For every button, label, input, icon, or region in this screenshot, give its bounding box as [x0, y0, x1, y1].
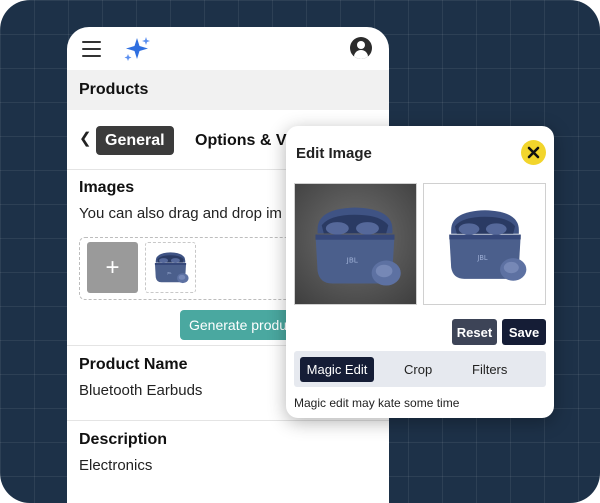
sparkle-icon — [124, 37, 150, 61]
magic-edit-note: Magic edit may kate some time — [294, 396, 460, 410]
top-bar — [67, 27, 389, 70]
close-icon[interactable] — [521, 140, 546, 165]
page-title: Products — [67, 70, 389, 110]
description-value[interactable]: Electronics — [79, 457, 377, 474]
edit-mode-tabs: Magic Edit Crop Filters — [294, 351, 546, 387]
edit-image-modal: Edit Image Reset Save Magic Edit Crop Fi… — [286, 126, 554, 418]
canvas-background: Products ❮ General Options & Va Images Y… — [0, 0, 600, 503]
original-image-preview — [294, 183, 417, 305]
images-title: Images — [79, 179, 135, 196]
images-hint: You can also drag and drop im — [79, 205, 282, 222]
description-field: Description Electronics — [67, 421, 389, 474]
hamburger-menu-icon[interactable] — [82, 41, 101, 57]
tab-options-variants[interactable]: Options & Va — [195, 126, 295, 155]
add-image-button[interactable]: + — [87, 242, 138, 293]
chevron-left-icon[interactable]: ❮ — [79, 129, 92, 147]
edited-image-preview — [423, 183, 546, 305]
reset-button[interactable]: Reset — [452, 319, 497, 345]
product-image-thumbnail[interactable] — [145, 242, 196, 293]
earbuds-edited-image — [449, 210, 527, 281]
user-account-icon[interactable] — [350, 37, 372, 59]
tab-magic-edit[interactable]: Magic Edit — [300, 357, 374, 382]
earbuds-thumbnail-image — [154, 252, 189, 284]
save-button[interactable]: Save — [502, 319, 546, 345]
earbuds-original-image — [315, 207, 401, 286]
tab-general[interactable]: General — [96, 126, 174, 155]
tab-crop[interactable]: Crop — [404, 357, 432, 382]
description-label: Description — [79, 431, 168, 448]
modal-title: Edit Image — [296, 145, 372, 162]
tab-filters[interactable]: Filters — [472, 357, 507, 382]
